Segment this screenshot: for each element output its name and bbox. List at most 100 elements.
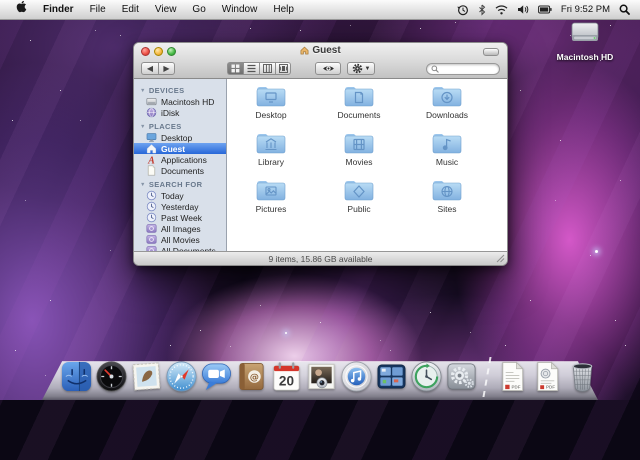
title-bar[interactable]: Guest	[134, 43, 507, 59]
folder-label: Pictures	[256, 204, 287, 214]
dock-itunes-icon[interactable]	[340, 360, 373, 393]
svg-text:A: A	[147, 155, 155, 165]
sidebar-item-all-movies[interactable]: All Movies	[134, 234, 226, 245]
sidebar-item-label: iDisk	[161, 108, 179, 118]
dock-trash-icon[interactable]	[566, 360, 599, 393]
folder-downloads[interactable]: Downloads	[403, 81, 491, 128]
wifi-icon[interactable]	[495, 4, 508, 15]
folder-movies[interactable]: Movies	[315, 128, 403, 175]
dock-ical-icon[interactable]: 20	[270, 360, 303, 393]
folder-music[interactable]: Music	[403, 128, 491, 175]
menu-item-file[interactable]: File	[82, 0, 114, 19]
menu-bar: Finder File Edit View Go Window Help Fri…	[0, 0, 640, 20]
dock-photo-booth-icon[interactable]	[305, 360, 338, 393]
disclosure-triangle-icon[interactable]: ▼	[140, 88, 146, 94]
sidebar-item-yesterday[interactable]: Yesterday	[134, 201, 226, 212]
sidebar-section-devices[interactable]: ▼ DEVICES	[134, 82, 226, 96]
menu-item-view[interactable]: View	[147, 0, 185, 19]
battery-icon[interactable]	[538, 5, 552, 14]
folder-contents: Desktop Documents Downloads Library Movi…	[227, 79, 507, 251]
dock-spaces-icon[interactable]	[375, 360, 408, 393]
folder-library[interactable]: Library	[227, 128, 315, 175]
svg-text:@: @	[250, 372, 259, 383]
folder-pictures[interactable]: Pictures	[227, 175, 315, 222]
sidebar-item-all-images[interactable]: All Images	[134, 223, 226, 234]
bluetooth-icon[interactable]	[478, 4, 486, 16]
sidebar-section-search-for[interactable]: ▼ SEARCH FOR	[134, 176, 226, 190]
dock-safari-icon[interactable]	[165, 360, 198, 393]
dock-dashboard-icon[interactable]	[95, 360, 128, 393]
bright-star	[285, 332, 287, 334]
search-input[interactable]	[426, 63, 500, 75]
folder-public[interactable]: Public	[315, 175, 403, 222]
folder-label: Library	[258, 157, 284, 167]
gear-icon	[352, 63, 363, 74]
menu-item-edit[interactable]: Edit	[114, 0, 147, 19]
list-view-button[interactable]	[243, 62, 259, 75]
column-view-button[interactable]	[259, 62, 275, 75]
dock-pdf-document-icon[interactable]: PDF	[531, 360, 564, 393]
dock: @ 20 PDF PDF	[60, 357, 599, 393]
icon-view-button[interactable]	[227, 62, 243, 75]
quick-look-button[interactable]	[315, 62, 341, 75]
menu-item-help[interactable]: Help	[265, 0, 302, 19]
menu-item-window[interactable]: Window	[214, 0, 266, 19]
sidebar-item-label: Applications	[161, 155, 207, 165]
dock-mail-icon[interactable]	[130, 360, 163, 393]
sidebar-item-documents[interactable]: Documents	[134, 165, 226, 176]
sidebar-item-past-week[interactable]: Past Week	[134, 212, 226, 223]
volume-icon[interactable]	[517, 4, 529, 15]
folder-label: Music	[436, 157, 458, 167]
status-bar: 9 items, 15.86 GB available	[134, 251, 507, 265]
column-view-icon	[263, 64, 272, 73]
dock-time-machine-icon[interactable]	[410, 360, 443, 393]
back-button[interactable]: ◀	[141, 62, 158, 75]
dock-address-book-icon[interactable]: @	[235, 360, 268, 393]
folder-icon	[430, 83, 464, 109]
sidebar-item-applications[interactable]: A Applications	[134, 154, 226, 165]
menu-item-go[interactable]: Go	[184, 0, 213, 19]
sidebar-section-places[interactable]: ▼ PLACES	[134, 118, 226, 132]
menu-bar-clock[interactable]: Fri 9:52 PM	[561, 4, 610, 15]
time-machine-icon[interactable]	[457, 4, 469, 16]
folder-icon	[342, 177, 376, 203]
sidebar: ▼ DEVICES Macintosh HD iDisk ▼ PLACES De…	[134, 79, 227, 251]
coverflow-view-button[interactable]	[275, 62, 291, 75]
sidebar-item-today[interactable]: Today	[134, 190, 226, 201]
icon-grid: Desktop Documents Downloads Library Movi…	[227, 81, 491, 222]
menu-item-finder[interactable]: Finder	[35, 0, 82, 19]
sidebar-item-guest[interactable]: Guest	[134, 143, 226, 154]
dock-ichat-icon[interactable]	[200, 360, 233, 393]
window-title-text: Guest	[312, 45, 340, 56]
action-menu-button[interactable]: ▼	[347, 62, 375, 75]
sidebar-item-desktop[interactable]: Desktop	[134, 132, 226, 143]
window-body: ▼ DEVICES Macintosh HD iDisk ▼ PLACES De…	[134, 79, 507, 251]
folder-documents[interactable]: Documents	[315, 81, 403, 128]
folder-icon	[254, 177, 288, 203]
folder-desktop[interactable]: Desktop	[227, 81, 315, 128]
folder-label: Movies	[346, 157, 373, 167]
section-label: SEARCH FOR	[149, 180, 203, 189]
forward-button[interactable]: ▶	[158, 62, 175, 75]
folder-sites[interactable]: Sites	[403, 175, 491, 222]
disclosure-triangle-icon[interactable]: ▼	[140, 124, 146, 130]
desktop-volume-macintosh-hd[interactable]: Macintosh HD	[556, 20, 614, 62]
toolbar-toggle-capsule[interactable]	[483, 48, 499, 56]
folder-icon	[342, 130, 376, 156]
document-page-icon	[146, 165, 157, 176]
sidebar-item-idisk[interactable]: iDisk	[134, 107, 226, 118]
disclosure-triangle-icon[interactable]: ▼	[140, 182, 146, 188]
dock-pdf-document-icon[interactable]: PDF	[496, 360, 529, 393]
home-icon	[300, 46, 309, 55]
eye-icon	[322, 64, 335, 73]
apple-menu-icon[interactable]	[8, 0, 35, 20]
window-chrome[interactable]: Guest ◀ ▶	[134, 43, 507, 79]
sidebar-item-macintosh-hd[interactable]: Macintosh HD	[134, 96, 226, 107]
resize-grip[interactable]	[496, 254, 505, 263]
chevron-down-icon: ▼	[365, 66, 371, 72]
bright-star	[595, 250, 598, 253]
desktop-monitor-icon	[146, 132, 157, 143]
spotlight-icon[interactable]	[619, 4, 630, 15]
dock-system-preferences-icon[interactable]	[445, 360, 478, 393]
dock-finder-icon[interactable]	[60, 360, 93, 393]
